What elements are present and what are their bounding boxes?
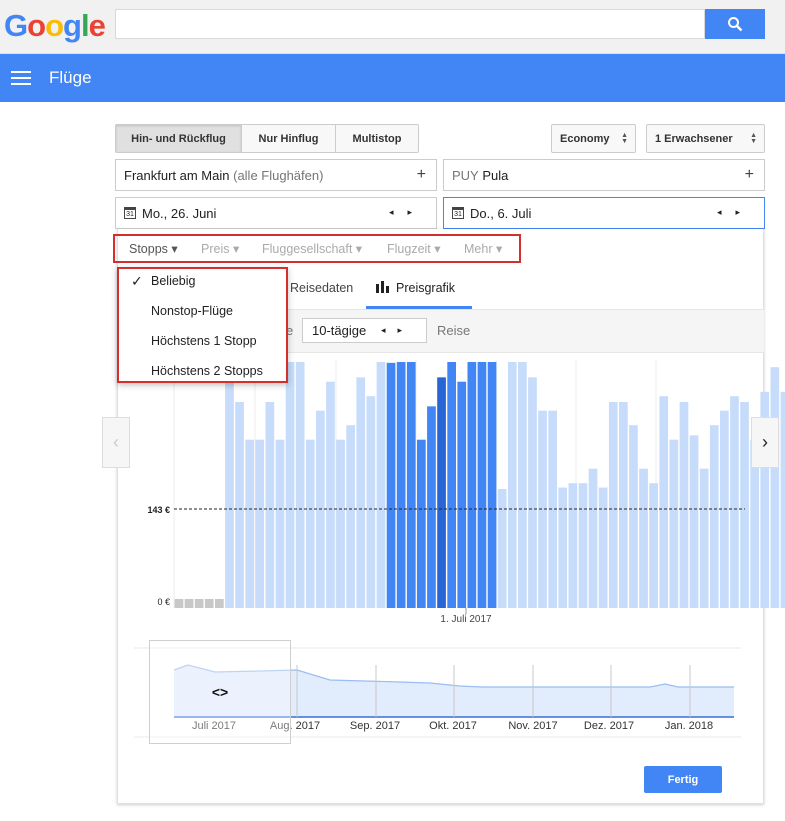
updown-icon: ▲ ▼	[621, 132, 628, 145]
origin-field[interactable]: Frankfurt am Main (alle Flughäfen) +	[115, 159, 437, 191]
duration-value: 10-tägige	[312, 323, 367, 338]
app-title: Flüge	[49, 68, 92, 87]
calendar-icon: 31	[124, 207, 136, 219]
trip-type-roundtrip[interactable]: Hin- und Rückflug	[116, 125, 242, 152]
tab-price-graph[interactable]: Preisgrafik	[376, 281, 455, 295]
trip-type-multistop[interactable]: Multistop	[336, 125, 418, 152]
origin-detail: (alle Flughäfen)	[233, 167, 324, 183]
stops-option-any[interactable]: Beliebig	[151, 274, 195, 288]
price-bar	[780, 391, 785, 608]
passengers-select[interactable]: 1 Erwachsener ▲ ▼	[646, 124, 765, 153]
stops-option-nonstop[interactable]: Nonstop-Flüge	[151, 304, 233, 318]
check-icon: ✓	[131, 273, 143, 289]
menu-icon[interactable]	[11, 71, 31, 85]
add-origin-icon[interactable]: +	[417, 166, 426, 184]
cabin-class-value: Economy	[560, 132, 610, 145]
price-bar	[770, 367, 780, 608]
trip-type-oneway[interactable]: Nur Hinflug	[242, 125, 336, 152]
search-button[interactable]	[705, 9, 765, 39]
chart-prev-button[interactable]: ‹	[102, 417, 130, 468]
filter-highlight	[113, 234, 521, 263]
top-bar: Google	[0, 0, 785, 54]
bar-chart-icon	[376, 281, 389, 293]
app-bar: Flüge	[0, 54, 785, 102]
origin-city: Frankfurt am Main	[124, 167, 230, 183]
updown-icon: ▲ ▼	[750, 132, 757, 145]
stops-option-max2[interactable]: Höchstens 2 Stopps	[151, 364, 263, 378]
destination-code: PUY	[452, 167, 479, 183]
add-destination-icon[interactable]: +	[745, 166, 754, 184]
chart-next-button[interactable]: ›	[751, 417, 779, 468]
destination-city: Pula	[482, 167, 509, 183]
date-nav-arrows[interactable]: ◂▸	[717, 207, 754, 218]
return-date: Do., 6. Juli	[470, 205, 532, 221]
calendar-icon: 31	[452, 207, 464, 219]
depart-date-field[interactable]: 31 Mo., 26. Juni ◂▸	[115, 197, 437, 229]
passengers-value: 1 Erwachsener	[655, 132, 733, 145]
chevron-left-icon: ‹	[113, 432, 119, 452]
search-icon	[728, 17, 743, 32]
tab-travel-dates[interactable]: Reisedaten	[290, 281, 353, 295]
done-button[interactable]: Fertig	[644, 766, 722, 793]
stops-dropdown: ✓ Beliebig Nonstop-Flüge Höchstens 1 Sto…	[117, 267, 288, 383]
chevron-right-icon: ›	[762, 432, 768, 452]
date-nav-arrows[interactable]: ◂▸	[389, 207, 426, 218]
trip-type-selector: Hin- und Rückflug Nur Hinflug Multistop	[115, 124, 419, 153]
tab-price-graph-label: Preisgrafik	[396, 281, 456, 295]
destination-field[interactable]: PUY Pula +	[443, 159, 765, 191]
cabin-class-select[interactable]: Economy ▲ ▼	[551, 124, 636, 153]
duration-arrows[interactable]: ◂▸	[381, 325, 414, 336]
depart-date: Mo., 26. Juni	[142, 205, 217, 221]
duration-select[interactable]: 10-tägige ◂▸	[302, 318, 427, 343]
return-date-field[interactable]: 31 Do., 6. Juli ◂▸	[443, 197, 765, 229]
duration-suffix: Reise	[437, 323, 471, 338]
search-input[interactable]	[115, 9, 705, 39]
google-logo[interactable]: Google	[4, 8, 106, 44]
stops-option-max1[interactable]: Höchstens 1 Stopp	[151, 334, 257, 348]
